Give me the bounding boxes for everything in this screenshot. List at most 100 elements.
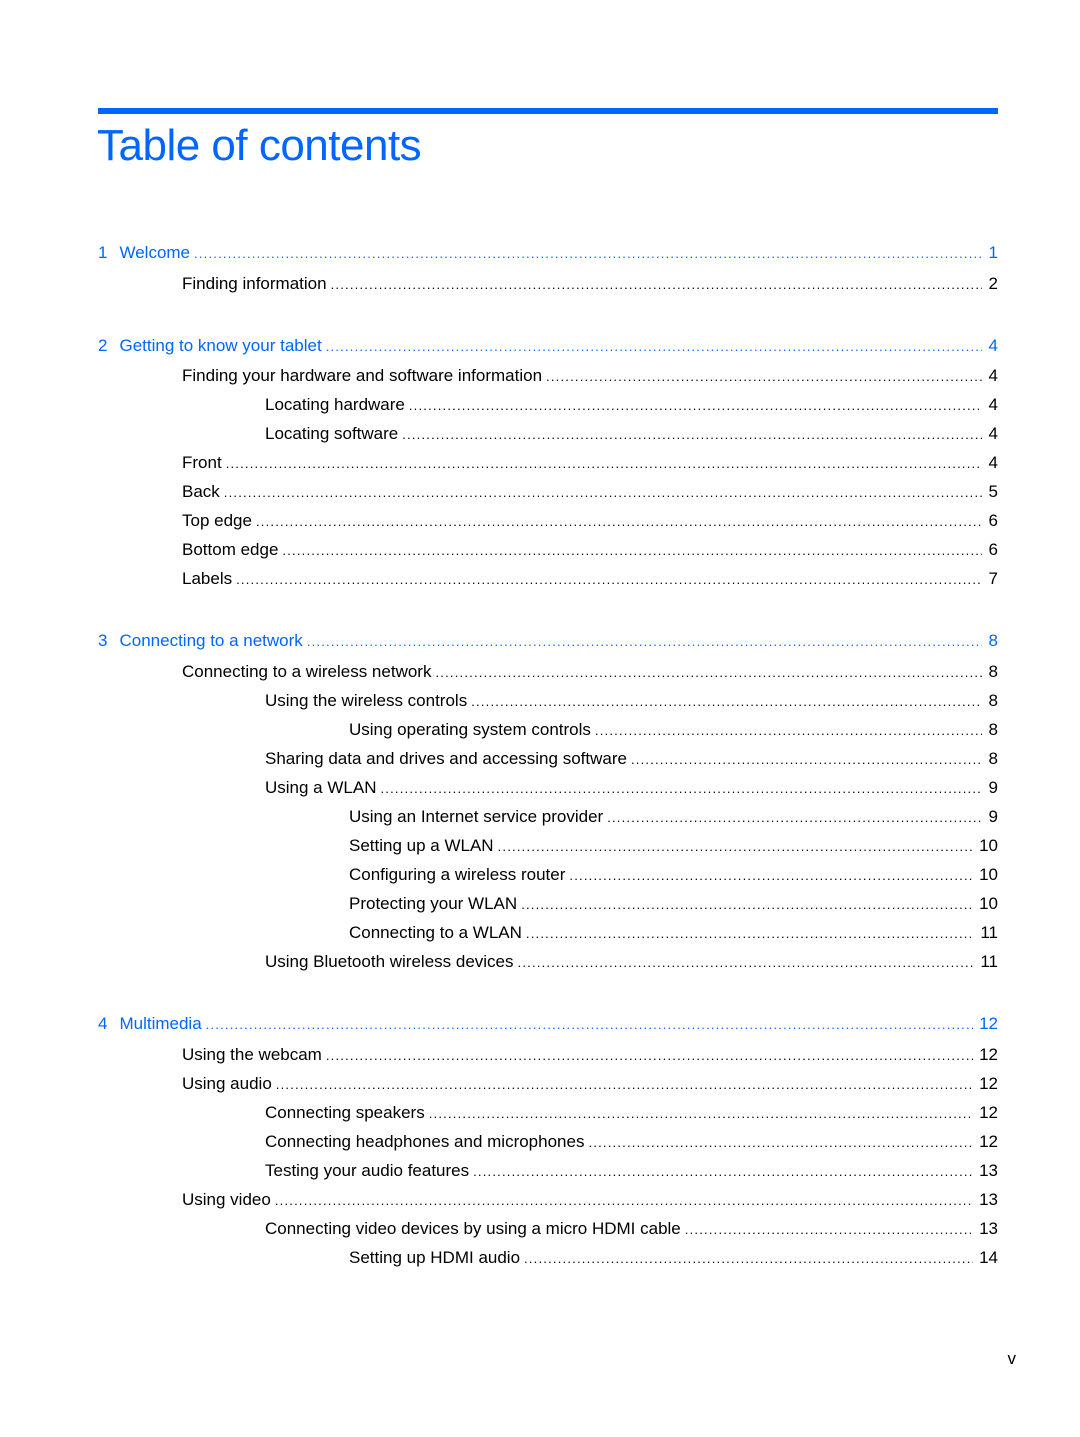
toc-entry[interactable]: Front...................................…	[98, 451, 998, 475]
entry-title: Bottom edge	[182, 540, 279, 559]
entry-title: Finding information	[182, 274, 327, 293]
toc-entry[interactable]: Setting up HDMI audio...................…	[98, 1246, 998, 1270]
entry-page-number: 12	[979, 1103, 998, 1122]
toc-entry[interactable]: Using audio.............................…	[98, 1072, 998, 1096]
toc-entry-label: Using a WLAN	[265, 776, 381, 800]
toc-entry[interactable]: Locating hardware.......................…	[98, 393, 998, 417]
toc-entry[interactable]: Connecting headphones and microphones...…	[98, 1130, 998, 1154]
toc-entry[interactable]: Testing your audio features.............…	[98, 1159, 998, 1183]
toc-entry[interactable]: Bottom edge.............................…	[98, 538, 998, 562]
entry-title: Using a WLAN	[265, 778, 377, 797]
entry-title: Getting to know your tablet	[119, 336, 322, 355]
dot-leader: ........................................…	[473, 1164, 974, 1179]
entry-title: Using the wireless controls	[265, 691, 468, 710]
toc-chapter-entry[interactable]: 1 Welcome................................…	[98, 241, 998, 265]
toc-entry-label: Finding your hardware and software infor…	[182, 364, 547, 388]
toc-entry-label: Setting up HDMI audio	[349, 1246, 525, 1270]
toc-entry[interactable]: Protecting your WLAN....................…	[98, 892, 998, 916]
toc-entry[interactable]: Connecting to a wireless network........…	[98, 660, 998, 684]
toc-entry-label: Using audio	[182, 1072, 276, 1096]
toc-entry-label: 3 Connecting to a network	[98, 629, 307, 653]
toc-entry[interactable]: Finding your hardware and software infor…	[98, 364, 998, 388]
entry-page-number: 8	[988, 720, 998, 739]
toc-entry[interactable]: Locating software.......................…	[98, 422, 998, 446]
dot-leader: ........................................…	[524, 1251, 973, 1266]
toc-entry[interactable]: Sharing data and drives and accessing so…	[98, 747, 998, 771]
toc-chapter-entry[interactable]: 2 Getting to know your tablet............…	[98, 334, 998, 358]
toc-chapter-entry[interactable]: 4 Multimedia.............................…	[98, 1012, 998, 1036]
toc-entry-label: Using the wireless controls	[265, 689, 472, 713]
toc-entry[interactable]: Connecting speakers.....................…	[98, 1101, 998, 1125]
dot-leader: ........................................…	[225, 456, 982, 471]
toc-entry-label: Using an Internet service provider	[349, 805, 608, 829]
toc-entry-label: Configuring a wireless router	[349, 863, 570, 887]
entry-page-number: 10	[979, 894, 998, 913]
toc-entry-label: Using operating system controls	[349, 718, 595, 742]
dot-leader: ........................................…	[521, 897, 974, 912]
entry-title: Using operating system controls	[349, 720, 591, 739]
toc-entry[interactable]: Using operating system controls.........…	[98, 718, 998, 742]
toc-entry-label: Connecting video devices by using a micr…	[265, 1217, 685, 1241]
entry-page-number: 12	[979, 1132, 998, 1151]
toc-entry-label: Using video	[182, 1188, 275, 1212]
toc-entry[interactable]: Top edge................................…	[98, 509, 998, 533]
toc-entry-label: Using the webcam	[182, 1043, 326, 1067]
entry-title: Top edge	[182, 511, 252, 530]
dot-leader: ........................................…	[546, 369, 982, 384]
toc-entry-label: Locating hardware	[265, 393, 409, 417]
dot-leader: ........................................…	[274, 1193, 974, 1208]
page-number: v	[1007, 1349, 1017, 1368]
chapter-number: 1	[98, 243, 108, 262]
entry-title: Connecting headphones and microphones	[265, 1132, 585, 1151]
dot-leader: ........................................…	[684, 1222, 974, 1237]
dot-leader: ........................................…	[275, 1077, 974, 1092]
entry-title: Using video	[182, 1190, 271, 1209]
toc-entry-label: Sharing data and drives and accessing so…	[265, 747, 631, 771]
toc-entry[interactable]: Using the webcam........................…	[98, 1043, 998, 1067]
entry-page-number: 8	[988, 631, 998, 650]
toc-entry[interactable]: Labels..................................…	[98, 567, 998, 591]
dot-leader: ........................................…	[223, 485, 982, 500]
entry-page-number: 10	[979, 865, 998, 884]
page-title: Table of contents	[97, 121, 422, 170]
toc-entry[interactable]: Using an Internet service provider......…	[98, 805, 998, 829]
toc-entry[interactable]: Back....................................…	[98, 480, 998, 504]
toc-entry[interactable]: Configuring a wireless router...........…	[98, 863, 998, 887]
toc-entry[interactable]: Setting up a WLAN.......................…	[98, 834, 998, 858]
toc-entry[interactable]: Using a WLAN............................…	[98, 776, 998, 800]
entry-title: Using Bluetooth wireless devices	[265, 952, 514, 971]
dot-leader: ........................................…	[330, 277, 982, 292]
dot-leader: ........................................…	[497, 839, 974, 854]
toc-entry[interactable]: Connecting video devices by using a micr…	[98, 1217, 998, 1241]
toc-entry-label: Finding information	[182, 272, 331, 296]
title-rule	[98, 108, 998, 114]
dot-leader: ........................................…	[630, 752, 982, 767]
entry-page-number: 10	[979, 836, 998, 855]
toc-chapter-entry[interactable]: 3 Connecting to a network................…	[98, 629, 998, 653]
dot-leader: ........................................…	[205, 1017, 973, 1032]
entry-title: Multimedia	[119, 1014, 202, 1033]
toc-entry[interactable]: Using Bluetooth wireless devices........…	[98, 950, 998, 974]
toc-entry[interactable]: Using video.............................…	[98, 1188, 998, 1212]
toc-entry-label: 1 Welcome	[98, 241, 195, 265]
entry-title: Back	[182, 482, 220, 501]
dot-leader: ........................................…	[435, 665, 982, 680]
entry-title: Locating software	[265, 424, 399, 443]
toc-entry-label: Connecting speakers	[265, 1101, 429, 1125]
dot-leader: ........................................…	[236, 572, 982, 587]
entry-title: Labels	[182, 569, 233, 588]
dot-leader: ........................................…	[588, 1135, 974, 1150]
dot-leader: ........................................…	[607, 810, 982, 825]
dot-leader: ........................................…	[408, 398, 982, 413]
toc-entry-label: Back	[182, 480, 224, 504]
toc-entry[interactable]: Connecting to a WLAN....................…	[98, 921, 998, 945]
entry-title: Finding your hardware and software infor…	[182, 366, 543, 385]
entry-title: Configuring a wireless router	[349, 865, 566, 884]
toc-entry[interactable]: Finding information.....................…	[98, 272, 998, 296]
entry-page-number: 13	[979, 1161, 998, 1180]
toc-entry[interactable]: Using the wireless controls.............…	[98, 689, 998, 713]
toc-entry-label: Front	[182, 451, 226, 475]
entry-page-number: 7	[988, 569, 998, 588]
dot-leader: ........................................…	[428, 1106, 973, 1121]
entry-title: Welcome	[119, 243, 191, 262]
